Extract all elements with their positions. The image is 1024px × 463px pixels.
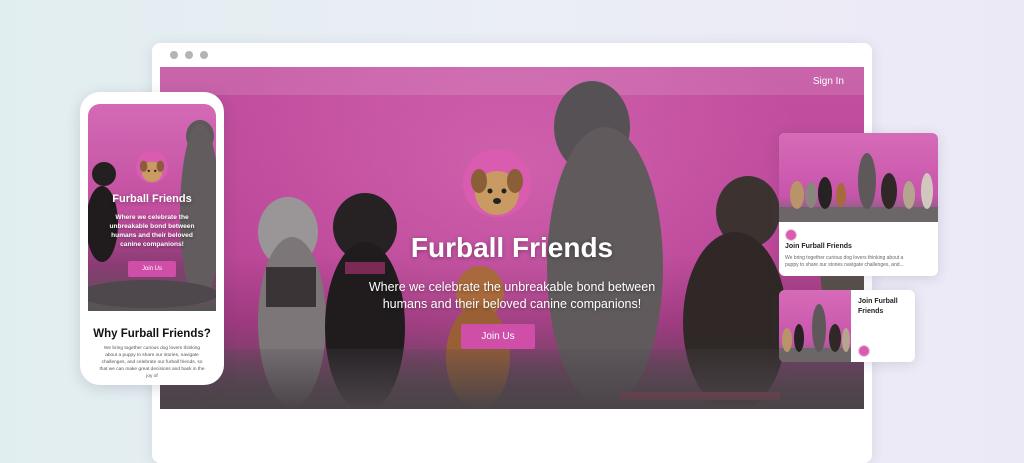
window-dot-icon: [200, 51, 208, 59]
community-card[interactable]: Join Furball Friends We bring together c…: [779, 133, 938, 276]
join-us-button[interactable]: Join Us: [461, 324, 535, 349]
phone-mockup: Furball Friends Where we celebrate the u…: [80, 92, 224, 385]
card-image-compact: [779, 290, 851, 362]
window-dot-icon: [185, 51, 193, 59]
card-text-line-2: puppy to share our stories navigate chal…: [785, 262, 904, 268]
floor: [160, 349, 864, 409]
card-avatar: [785, 229, 797, 241]
card-text-line-1: We bring together curious dog lovers thi…: [785, 255, 904, 261]
phone-hero-banner: Furball Friends Where we celebrate the u…: [88, 104, 216, 311]
phone-dogs-photo: [88, 120, 216, 308]
why-section-text: We bring together curious dog lovers thi…: [99, 346, 205, 379]
phone-notch: [125, 92, 179, 104]
card-avatar: [858, 345, 870, 357]
card-title-line-1: Join Furball: [858, 298, 898, 305]
why-section-title: Why Furball Friends?: [93, 328, 211, 340]
phone-hero-subtitle-line-4: canine companions!: [120, 241, 184, 248]
hero-title: Furball Friends: [410, 232, 614, 263]
card-title-line-2: Friends: [858, 308, 884, 315]
logo-avatar: [463, 149, 531, 217]
phone-hero-subtitle-line-3: humans and their beloved: [111, 232, 193, 239]
dog-face-icon: [471, 169, 523, 215]
phone-hero-subtitle-line-1: Where we celebrate the: [115, 214, 189, 221]
phone-logo-avatar: [136, 151, 168, 183]
card-dogs-photo: [779, 153, 938, 222]
hero-subtitle-line-1: Where we celebrate the unbreakable bond …: [368, 280, 656, 294]
hero-subtitle-line-2: humans and their beloved canine companio…: [382, 297, 642, 311]
phone-hero-title: Furball Friends: [112, 193, 192, 205]
phone-hero-subtitle-line-2: unbreakable bond between: [109, 223, 195, 230]
hero-banner: Sign In Furball Friends Where we celebra…: [160, 67, 864, 409]
card-title: Join Furball Friends: [785, 243, 852, 250]
card-image: [779, 133, 938, 222]
dog-face-icon: [139, 160, 165, 183]
card-dogs-photo-compact: [779, 304, 851, 362]
window-dot-icon: [170, 51, 178, 59]
window-controls: [170, 51, 208, 59]
browser-window: Sign In Furball Friends Where we celebra…: [152, 43, 872, 463]
phone-join-us-button[interactable]: Join Us: [128, 261, 176, 277]
community-card-compact[interactable]: Join Furball Friends: [779, 290, 915, 362]
why-section: Why Furball Friends? We bring together c…: [88, 314, 216, 380]
